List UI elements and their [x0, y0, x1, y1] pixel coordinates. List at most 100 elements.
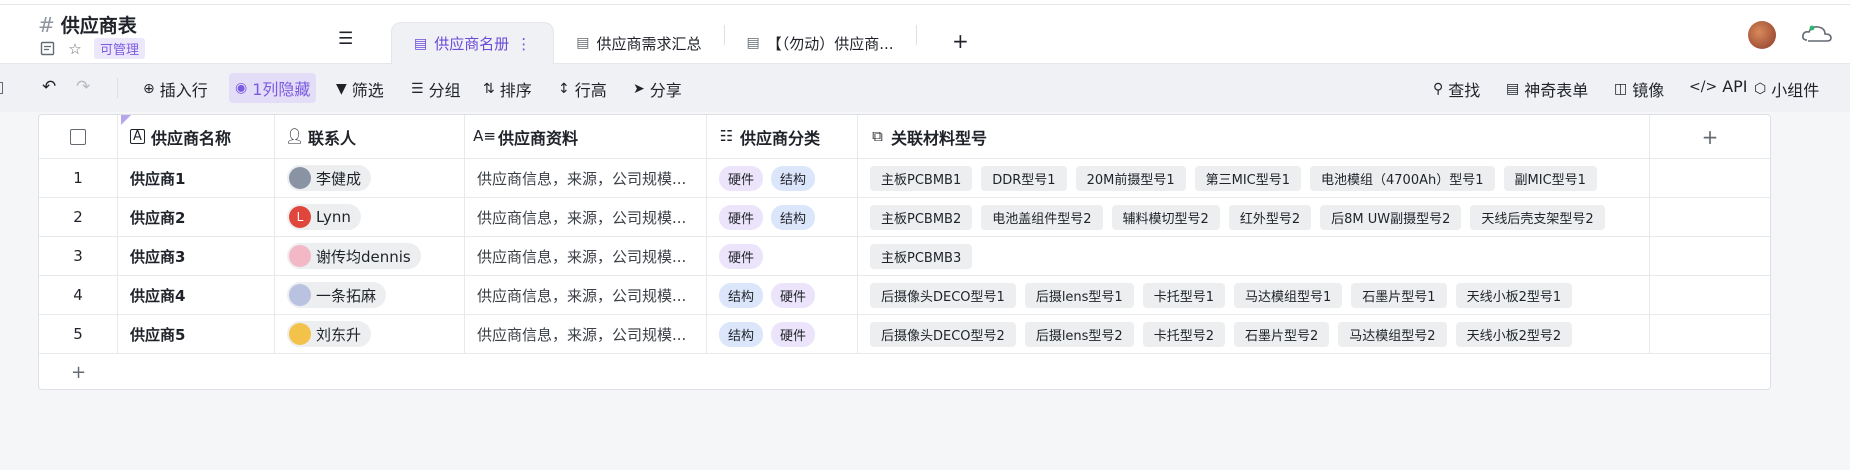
contact-chip[interactable]: 刘东升: [287, 321, 372, 347]
column-header-materials[interactable]: ⧉ 关联材料型号: [858, 115, 1650, 158]
material-tag[interactable]: 卡托型号2: [1142, 321, 1225, 347]
supplier-name-cell[interactable]: 供应商4: [118, 276, 275, 314]
mirror-icon: ◫: [1614, 81, 1628, 97]
column-header-name[interactable]: A 供应商名称: [118, 115, 275, 158]
text-field-icon: A: [130, 129, 145, 144]
mirror-button[interactable]: ◫ 镜像: [1614, 77, 1664, 101]
share-button[interactable]: ➤ 分享: [633, 77, 682, 101]
material-tag[interactable]: 后摄lens型号2: [1024, 321, 1134, 347]
insert-row-button[interactable]: ⊕ 插入行: [143, 77, 208, 101]
materials-cell[interactable]: 主板PCBMB2 电池盖组件型号2 辅料模切型号2 红外型号2 后8M UW副摄型号2 天…: [858, 198, 1650, 236]
tab-supplier-readonly[interactable]: ▤ 【（勿动）供应商...: [725, 22, 916, 64]
material-tag[interactable]: 第三MIC型号1: [1194, 165, 1302, 191]
material-tag[interactable]: 主板PCBMB1: [870, 165, 973, 191]
material-tag[interactable]: 主板PCBMB2: [870, 204, 973, 230]
category-cell[interactable]: 结构 硬件: [707, 315, 858, 353]
material-tag[interactable]: 20M前摄型号1: [1075, 165, 1186, 191]
supplier-info-cell[interactable]: 供应商信息，来源，公司规模...: [465, 198, 707, 236]
select-all-cell: [39, 115, 118, 158]
empty-cell: [1650, 276, 1770, 314]
supplier-info-cell[interactable]: 供应商信息，来源，公司规模...: [465, 237, 707, 275]
supplier-info-cell[interactable]: 供应商信息，来源，公司规模...: [465, 159, 707, 197]
filter-button[interactable]: ▼ 筛选: [336, 77, 384, 101]
sort-button[interactable]: ⇅ 排序: [483, 77, 532, 101]
material-tag[interactable]: 后摄lens型号1: [1024, 282, 1134, 308]
tab-label: 供应商需求汇总: [596, 34, 702, 53]
material-tag[interactable]: 天线小板2型号1: [1455, 282, 1573, 308]
add-row-icon[interactable]: +: [39, 354, 118, 389]
group-button[interactable]: ☰ 分组: [411, 77, 461, 101]
material-tag[interactable]: 后摄像头DECO型号2: [870, 321, 1016, 347]
table-row: 3 供应商3 谢传均dennis 供应商信息，来源，公司规模... 硬件 主板PCBMB3: [39, 237, 1770, 276]
cloud-sync-icon[interactable]: [1800, 22, 1834, 44]
supplier-name-cell[interactable]: 供应商2: [118, 198, 275, 236]
api-button[interactable]: </> API: [1689, 77, 1748, 96]
material-tag[interactable]: 石墨片型号2: [1234, 321, 1330, 347]
user-avatar[interactable]: [1748, 21, 1776, 49]
supplier-name-cell[interactable]: 供应商1: [118, 159, 275, 197]
material-tag[interactable]: 电池盖组件型号2: [981, 204, 1103, 230]
material-tag[interactable]: 红外型号2: [1228, 204, 1312, 230]
contact-cell[interactable]: 李健成: [275, 159, 465, 197]
supplier-info-cell[interactable]: 供应商信息，来源，公司规模...: [465, 315, 707, 353]
contact-cell[interactable]: 刘东升: [275, 315, 465, 353]
material-tag[interactable]: DDR型号1: [981, 165, 1067, 191]
category-tag: 结构: [719, 321, 764, 347]
contact-cell[interactable]: L Lynn: [275, 198, 465, 236]
material-tag[interactable]: 后8M UW副摄型号2: [1320, 204, 1462, 230]
material-tag[interactable]: 主板PCBMB3: [870, 243, 973, 269]
add-column-icon[interactable]: +: [1702, 125, 1719, 149]
contact-chip[interactable]: 谢传均dennis: [287, 243, 421, 269]
search-button[interactable]: ⚲ 查找: [1433, 77, 1480, 101]
contact-chip[interactable]: L Lynn: [287, 204, 361, 230]
select-all-checkbox[interactable]: [70, 128, 86, 145]
column-header-info[interactable]: A≡ 供应商资料: [465, 115, 707, 158]
material-tag[interactable]: 马达模组型号1: [1234, 282, 1343, 308]
materials-cell[interactable]: 后摄像头DECO型号2 后摄lens型号2 卡托型号2 石墨片型号2 马达模组型号2 天线…: [858, 315, 1650, 353]
material-tag[interactable]: 副MIC型号1: [1503, 165, 1597, 191]
row-height-button[interactable]: ↕ 行高: [558, 77, 607, 101]
material-tag[interactable]: 电池模组（4700Ah）型号1: [1310, 165, 1495, 191]
material-tag[interactable]: 天线后壳支架型号2: [1470, 204, 1605, 230]
category-cell[interactable]: 硬件 结构: [707, 198, 858, 236]
contact-chip[interactable]: 李健成: [287, 165, 372, 191]
category-cell[interactable]: 硬件: [707, 237, 858, 275]
undo-icon[interactable]: ↶: [42, 77, 56, 97]
hidden-columns-button[interactable]: ◉ 1列隐藏: [229, 73, 317, 103]
material-tag[interactable]: 天线小板2型号2: [1455, 321, 1573, 347]
redo-icon[interactable]: ↷: [76, 77, 90, 97]
material-tag[interactable]: 卡托型号1: [1142, 282, 1225, 308]
supplier-name-cell[interactable]: 供应商3: [118, 237, 275, 275]
magic-form-label: 神奇表单: [1524, 81, 1589, 100]
column-header-contact[interactable]: 👤︎ 联系人: [275, 115, 465, 158]
material-tag[interactable]: 辅料模切型号2: [1111, 204, 1220, 230]
sort-icon: ⇅: [483, 81, 495, 97]
link-record-icon: ⧉: [872, 127, 883, 145]
more-vertical-icon[interactable]: ⋮: [516, 35, 531, 53]
category-cell[interactable]: 结构 硬件: [707, 276, 858, 314]
category-tag: 硬件: [771, 321, 816, 347]
material-tag[interactable]: 马达模组型号2: [1338, 321, 1447, 347]
category-cell[interactable]: 硬件 结构: [707, 159, 858, 197]
supplier-info-cell[interactable]: 供应商信息，来源，公司规模...: [465, 276, 707, 314]
page-title[interactable]: 供应商表: [61, 11, 137, 38]
materials-cell[interactable]: 主板PCBMB1 DDR型号1 20M前摄型号1 第三MIC型号1 电池模组（4700A…: [858, 159, 1650, 197]
contact-cell[interactable]: 谢传均dennis: [275, 237, 465, 275]
column-header-category[interactable]: ☷ 供应商分类: [707, 115, 858, 158]
contact-cell[interactable]: 一条拓麻: [275, 276, 465, 314]
material-tag[interactable]: 后摄像头DECO型号1: [870, 282, 1016, 308]
materials-cell[interactable]: 后摄像头DECO型号1 后摄lens型号1 卡托型号1 马达模组型号1 石墨片型号1 天线…: [858, 276, 1650, 314]
material-tag[interactable]: 石墨片型号1: [1351, 282, 1447, 308]
add-tab-icon[interactable]: +: [952, 29, 969, 53]
sidebar-toggle-icon[interactable]: ☰: [338, 29, 353, 49]
widget-button[interactable]: ⬡ 小组件: [1754, 77, 1819, 101]
star-icon[interactable]: ☆: [66, 40, 84, 58]
tab-supplier-roster[interactable]: ▤ 供应商名册 ⋮: [391, 22, 555, 64]
materials-cell[interactable]: 主板PCBMB3: [858, 237, 1650, 275]
tab-supplier-demand[interactable]: ▤ 供应商需求汇总: [554, 22, 723, 64]
contact-name: 一条拓麻: [316, 286, 377, 305]
doc-info-icon[interactable]: [38, 40, 56, 58]
supplier-name-cell[interactable]: 供应商5: [118, 315, 275, 353]
magic-form-button[interactable]: ▤ 神奇表单: [1506, 77, 1588, 101]
contact-chip[interactable]: 一条拓麻: [287, 282, 387, 308]
